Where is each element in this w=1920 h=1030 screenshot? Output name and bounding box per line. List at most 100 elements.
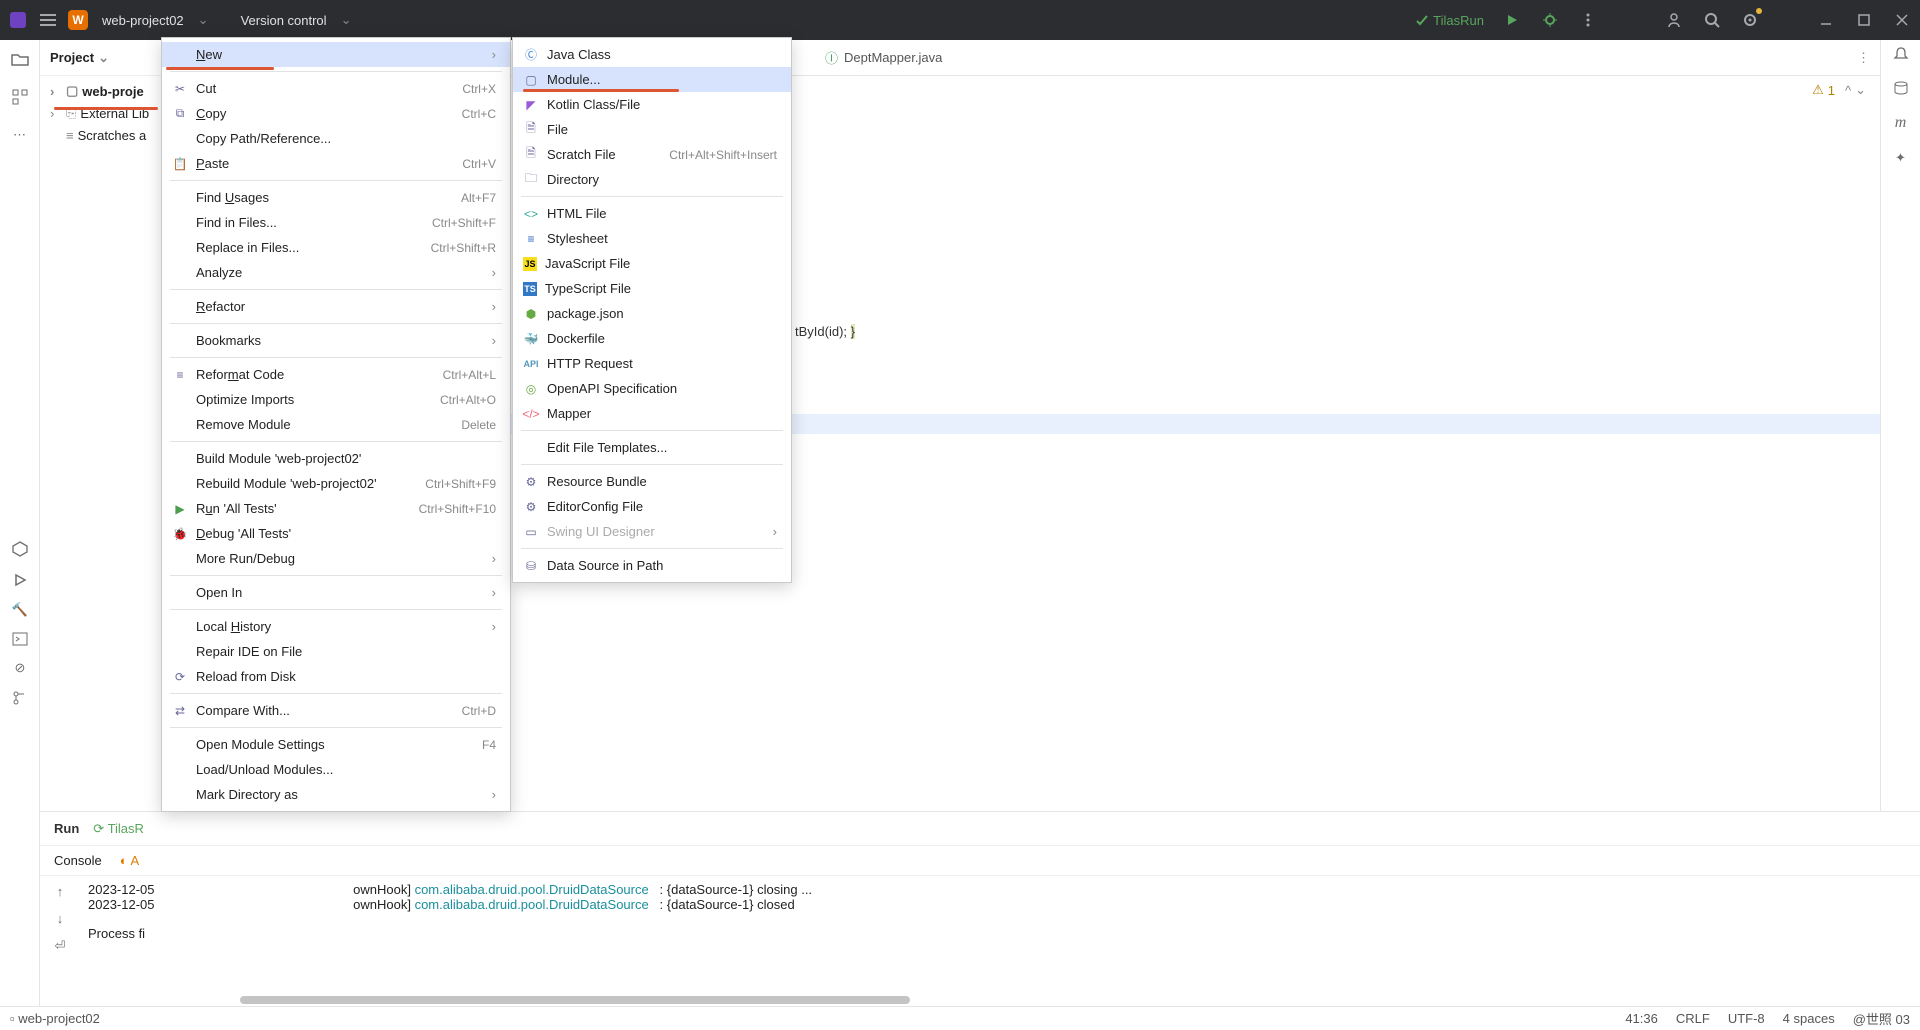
title-bar: W web-project02 ⌄ Version control ⌄ Tila… xyxy=(0,0,1920,40)
new-java-class[interactable]: ⒸJava Class xyxy=(513,42,791,67)
terminal-icon[interactable] xyxy=(12,632,28,646)
menu-reformat[interactable]: ≡Reformat CodeCtrl+Alt+L xyxy=(162,362,510,387)
menu-open-module-settings[interactable]: Open Module SettingsF4 xyxy=(162,732,510,757)
search-icon[interactable] xyxy=(1702,10,1722,30)
problems-badge[interactable]: ⚠ 1 ^ ⌄ xyxy=(1812,82,1866,98)
menu-more-run[interactable]: More Run/Debug› xyxy=(162,546,510,571)
run-config-selector[interactable]: TilasRun xyxy=(1415,13,1484,28)
more-icon[interactable] xyxy=(1578,10,1598,30)
settings-icon[interactable] xyxy=(1740,10,1760,30)
chevron-down-icon[interactable]: ⌄ xyxy=(1855,82,1866,98)
new-datasource[interactable]: ⛁Data Source in Path xyxy=(513,553,791,578)
new-ts[interactable]: TSTypeScript File xyxy=(513,276,791,301)
new-scratch[interactable]: 🗎Scratch FileCtrl+Alt+Shift+Insert xyxy=(513,142,791,167)
main-menu-icon[interactable] xyxy=(38,10,58,30)
new-file[interactable]: 🗎File xyxy=(513,117,791,142)
tab-more-icon[interactable]: ⋮ xyxy=(1857,50,1870,66)
new-kotlin[interactable]: ◤Kotlin Class/File xyxy=(513,92,791,117)
chevron-down-icon: ⌄ xyxy=(198,12,209,28)
chevron-right-icon[interactable]: › xyxy=(50,84,62,99)
down-icon[interactable]: ↓ xyxy=(57,911,64,926)
menu-bookmarks[interactable]: Bookmarks› xyxy=(162,328,510,353)
status-project[interactable]: ▫ web-project02 xyxy=(10,1011,100,1026)
menu-remove-module[interactable]: Remove ModuleDelete xyxy=(162,412,510,437)
menu-new[interactable]: New› xyxy=(162,42,510,67)
folder-icon: 🗀 xyxy=(523,172,539,188)
menu-repair-ide[interactable]: Repair IDE on File xyxy=(162,639,510,664)
new-stylesheet[interactable]: ≡Stylesheet xyxy=(513,226,791,251)
new-editorconfig[interactable]: ⚙EditorConfig File xyxy=(513,494,791,519)
menu-copy[interactable]: ⧉CopyCtrl+C xyxy=(162,101,510,126)
menu-replace-in-files[interactable]: Replace in Files...Ctrl+Shift+R xyxy=(162,235,510,260)
console-tab[interactable]: Console xyxy=(54,853,102,868)
context-menu[interactable]: New› ✂CutCtrl+X ⧉CopyCtrl+C Copy Path/Re… xyxy=(161,37,511,812)
menu-find-usages[interactable]: Find UsagesAlt+F7 xyxy=(162,185,510,210)
notifications-icon[interactable] xyxy=(1893,46,1909,62)
new-edit-templates[interactable]: Edit File Templates... xyxy=(513,435,791,460)
status-eol[interactable]: CRLF xyxy=(1676,1011,1710,1026)
code-with-me-icon[interactable] xyxy=(1664,10,1684,30)
menu-cut[interactable]: ✂CutCtrl+X xyxy=(162,76,510,101)
new-swing[interactable]: ▭Swing UI Designer› xyxy=(513,519,791,544)
menu-open-in[interactable]: Open In› xyxy=(162,580,510,605)
wrap-icon[interactable]: ⏎ xyxy=(55,938,66,954)
services-icon[interactable] xyxy=(11,540,29,558)
more-tool-icon[interactable]: ⋯ xyxy=(9,124,31,146)
version-control-menu[interactable]: Version control xyxy=(241,13,327,28)
status-position[interactable]: 41:36 xyxy=(1625,1011,1658,1026)
swing-icon: ▭ xyxy=(523,524,539,540)
new-http[interactable]: APIHTTP Request xyxy=(513,351,791,376)
new-resource-bundle[interactable]: ⚙Resource Bundle xyxy=(513,469,791,494)
menu-paste[interactable]: 📋PasteCtrl+V xyxy=(162,151,510,176)
ai-assistant-icon[interactable]: ✦ xyxy=(1895,150,1906,166)
menu-load-unload[interactable]: Load/Unload Modules... xyxy=(162,757,510,782)
run-icon[interactable] xyxy=(1502,10,1522,30)
chevron-up-icon[interactable]: ^ xyxy=(1845,83,1851,98)
new-directory[interactable]: 🗀Directory xyxy=(513,167,791,192)
debug-icon[interactable] xyxy=(1540,10,1560,30)
new-dockerfile[interactable]: 🐳Dockerfile xyxy=(513,326,791,351)
up-icon[interactable]: ↑ xyxy=(57,884,64,899)
maven-tool-icon[interactable]: m xyxy=(1895,114,1907,132)
menu-analyze[interactable]: Analyze› xyxy=(162,260,510,285)
structure-tool-icon[interactable] xyxy=(9,86,31,108)
editor-tab[interactable]: Ⓘ DeptMapper.java xyxy=(815,44,952,72)
problems-icon[interactable]: ⊘ xyxy=(15,660,26,676)
actuator-tab[interactable]: ◐ A xyxy=(120,853,139,868)
menu-debug-all[interactable]: 🐞Debug 'All Tests' xyxy=(162,521,510,546)
menu-run-all[interactable]: ▶Run 'All Tests'Ctrl+Shift+F10 xyxy=(162,496,510,521)
new-submenu[interactable]: ⒸJava Class ▢Module... ◤Kotlin Class/Fil… xyxy=(512,37,792,583)
console-text: ownHook] xyxy=(353,897,414,912)
database-icon[interactable] xyxy=(1893,80,1909,96)
build-icon[interactable]: 🔨 xyxy=(12,602,28,618)
menu-mark-directory[interactable]: Mark Directory as› xyxy=(162,782,510,807)
project-name[interactable]: web-project02 xyxy=(102,13,184,28)
menu-optimize-imports[interactable]: Optimize ImportsCtrl+Alt+O xyxy=(162,387,510,412)
menu-compare[interactable]: ⇄Compare With...Ctrl+D xyxy=(162,698,510,723)
project-tool-icon[interactable] xyxy=(9,48,31,70)
new-mapper[interactable]: </>Mapper xyxy=(513,401,791,426)
git-icon[interactable] xyxy=(12,690,28,706)
console-scrollbar[interactable] xyxy=(80,996,1920,1006)
menu-build-module[interactable]: Build Module 'web-project02' xyxy=(162,446,510,471)
menu-copy-path[interactable]: Copy Path/Reference... xyxy=(162,126,510,151)
menu-reload[interactable]: ⟳Reload from Disk xyxy=(162,664,510,689)
maximize-icon[interactable] xyxy=(1854,10,1874,30)
close-icon[interactable] xyxy=(1892,10,1912,30)
run-config-tab[interactable]: ⟳ TilasR xyxy=(93,821,144,837)
new-openapi[interactable]: ◎OpenAPI Specification xyxy=(513,376,791,401)
run-tool-window: Run ⟳ TilasR Console ◐ A ↑ ↓ ⏎ 2023-12-0… xyxy=(40,811,1920,1006)
run-icon[interactable] xyxy=(12,572,28,588)
minimize-icon[interactable] xyxy=(1816,10,1836,30)
new-html[interactable]: <>HTML File xyxy=(513,201,791,226)
menu-refactor[interactable]: Refactor› xyxy=(162,294,510,319)
menu-local-history[interactable]: Local History› xyxy=(162,614,510,639)
new-packagejson[interactable]: ⬢package.json xyxy=(513,301,791,326)
status-encoding[interactable]: UTF-8 xyxy=(1728,1011,1765,1026)
console-output[interactable]: 2023-12-05 ownHook] com.alibaba.druid.po… xyxy=(80,876,1920,1006)
new-js[interactable]: JSJavaScript File xyxy=(513,251,791,276)
menu-find-in-files[interactable]: Find in Files...Ctrl+Shift+F xyxy=(162,210,510,235)
status-indent[interactable]: 4 spaces xyxy=(1783,1011,1835,1026)
menu-rebuild-module[interactable]: Rebuild Module 'web-project02'Ctrl+Shift… xyxy=(162,471,510,496)
run-tab[interactable]: Run xyxy=(54,821,79,836)
